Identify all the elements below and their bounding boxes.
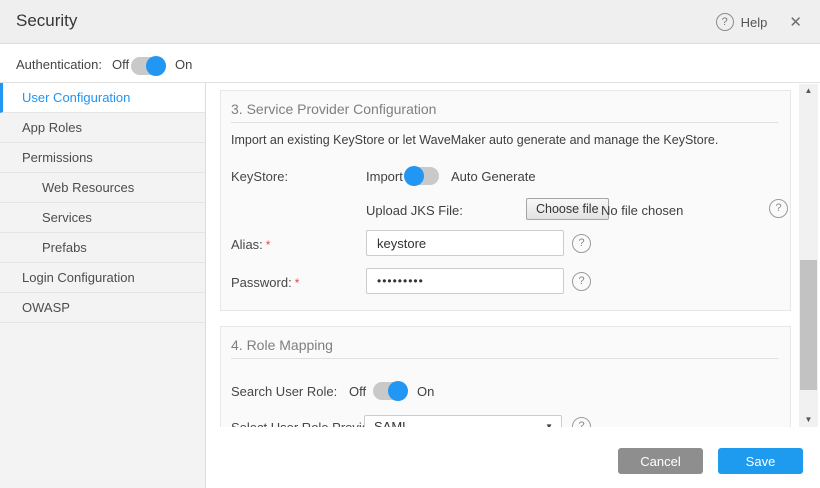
choose-file-button[interactable]: Choose file	[526, 198, 609, 220]
sidebar-item-prefabs[interactable]: Prefabs	[0, 233, 205, 263]
help-icon[interactable]: ?	[716, 13, 734, 31]
sidebar-item-login-configuration[interactable]: Login Configuration	[0, 263, 205, 293]
scroll-up-icon[interactable]: ▲	[799, 84, 818, 98]
alias-help-icon[interactable]: ?	[572, 234, 591, 253]
keystore-toggle[interactable]	[405, 167, 439, 185]
upload-jks-label: Upload JKS File:	[366, 203, 463, 218]
save-button[interactable]: Save	[718, 448, 803, 474]
sidebar: User Configuration App Roles Permissions…	[0, 83, 206, 488]
required-asterisk: *	[295, 276, 300, 290]
section-title: 3. Service Provider Configuration	[231, 101, 436, 117]
sidebar-item-web-resources[interactable]: Web Resources	[0, 173, 205, 203]
search-on-label: On	[417, 384, 434, 399]
authentication-label: Authentication:	[16, 57, 102, 72]
service-provider-section: 3. Service Provider Configuration Import…	[220, 90, 791, 311]
sidebar-item-owasp[interactable]: OWASP	[0, 293, 205, 323]
alias-label-text: Alias:	[231, 237, 263, 252]
sidebar-item-services[interactable]: Services	[0, 203, 205, 233]
footer-bar: Cancel Save	[206, 427, 820, 488]
authentication-bar: Authentication: Off On	[0, 44, 820, 83]
keystore-label: KeyStore:	[231, 169, 288, 184]
sidebar-item-app-roles[interactable]: App Roles	[0, 113, 205, 143]
keystore-auto-generate-label: Auto Generate	[451, 169, 536, 184]
page-title: Security	[16, 11, 77, 31]
title-bar-actions: ? Help ✕	[716, 0, 804, 44]
search-user-role-toggle[interactable]	[373, 382, 407, 400]
section-description: Import an existing KeyStore or let WaveM…	[231, 133, 718, 147]
alias-label: Alias:*	[231, 237, 270, 252]
keystore-import-label: Import	[366, 169, 403, 184]
password-help-icon[interactable]: ?	[572, 272, 591, 291]
divider	[231, 122, 778, 123]
search-user-role-label: Search User Role:	[231, 384, 337, 399]
sidebar-item-user-configuration[interactable]: User Configuration	[0, 83, 205, 113]
close-icon[interactable]: ✕	[787, 11, 804, 33]
authentication-off-label: Off	[112, 57, 129, 72]
cancel-button[interactable]: Cancel	[618, 448, 703, 474]
password-label: Password:*	[231, 275, 299, 290]
file-status-text: No file chosen	[601, 203, 683, 218]
scroll-down-icon[interactable]: ▼	[799, 413, 818, 427]
password-label-text: Password:	[231, 275, 292, 290]
vertical-scrollbar[interactable]: ▲ ▼	[799, 84, 818, 427]
toggle-knob	[388, 381, 408, 401]
toggle-knob	[404, 166, 424, 186]
toggle-knob	[146, 56, 166, 76]
divider	[231, 358, 778, 359]
search-off-label: Off	[349, 384, 366, 399]
security-dialog: Security ? Help ✕ Authentication: Off On…	[0, 0, 820, 488]
required-asterisk: *	[266, 238, 271, 252]
help-link[interactable]: Help	[741, 15, 768, 30]
password-input[interactable]	[366, 268, 564, 294]
authentication-toggle[interactable]	[131, 57, 165, 75]
section-title: 4. Role Mapping	[231, 337, 333, 353]
scrollbar-thumb[interactable]	[800, 260, 817, 390]
title-bar: Security ? Help ✕	[0, 0, 820, 44]
upload-help-icon[interactable]: ?	[769, 199, 788, 218]
authentication-on-label: On	[175, 57, 192, 72]
sidebar-item-permissions[interactable]: Permissions	[0, 143, 205, 173]
alias-input[interactable]	[366, 230, 564, 256]
